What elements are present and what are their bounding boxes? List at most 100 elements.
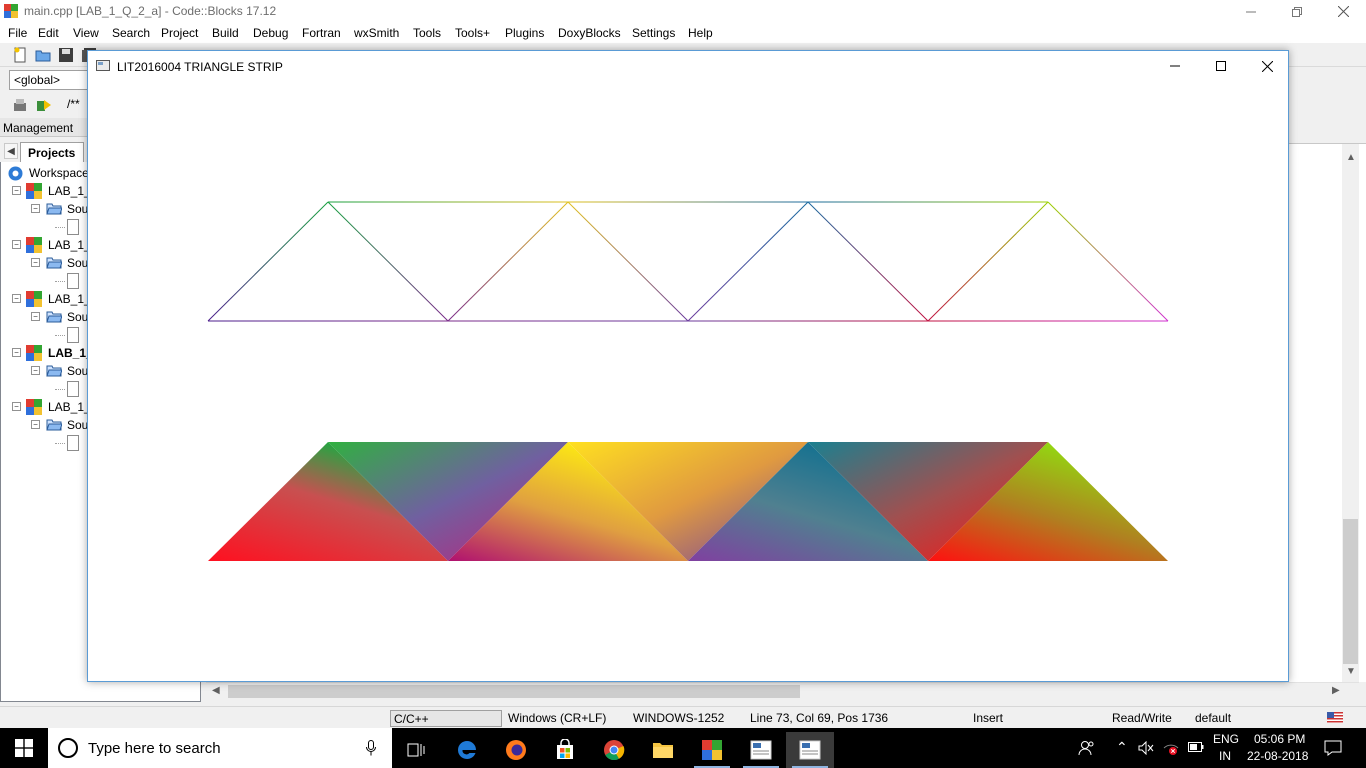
language-indicator-line2[interactable]: IN [1219,749,1231,763]
wire-edge [327,201,449,322]
start-button[interactable] [0,728,48,768]
tab-projects[interactable]: Projects [20,142,84,162]
menu-project[interactable]: Project [161,26,198,40]
file-icon [67,273,79,289]
taskbar-search-box[interactable]: Type here to search [48,728,392,768]
doxywizard-icon[interactable] [12,97,28,113]
taskbar-opengl-window[interactable] [786,732,834,768]
window-app-icon [799,740,821,760]
tree-connector [55,443,65,444]
status-access: Read/Write [1112,711,1172,725]
menu-build[interactable]: Build [212,26,239,40]
minimize-icon [1246,11,1256,12]
status-encoding: WINDOWS-1252 [633,711,725,725]
taskbar-file-explorer[interactable] [639,732,687,768]
project-icon [26,237,42,253]
action-center-icon[interactable] [1324,740,1342,756]
menu-doxyblocks[interactable]: DoxyBlocks [558,26,621,40]
new-file-icon[interactable] [12,47,28,63]
edge-browser-icon [458,741,476,759]
menu-search[interactable]: Search [112,26,150,40]
gl-maximize-button[interactable] [1198,51,1244,81]
ide-close-button[interactable] [1320,0,1366,23]
menu-help[interactable]: Help [688,26,713,40]
tab-scroll-left-button[interactable]: ◀ [4,143,18,159]
volume-muted-icon[interactable] [1138,741,1154,755]
editor-vertical-scrollbar[interactable]: ▲ ▼ [1342,144,1359,682]
taskbar-edge[interactable] [443,732,491,768]
network-error-icon[interactable] [1162,740,1180,756]
battery-icon[interactable] [1188,742,1204,752]
scope-combo[interactable]: <global> [9,70,89,90]
menu-wxsmith[interactable]: wxSmith [354,26,399,40]
close-icon [1337,6,1349,17]
collapse-toggle-icon[interactable]: − [12,348,21,357]
task-view-button[interactable] [392,732,440,768]
vertical-scroll-thumb[interactable] [1343,519,1358,664]
tree-connector [55,335,65,336]
clock-time[interactable]: 05:06 PM [1254,732,1305,746]
menu-fortran[interactable]: Fortran [302,26,341,40]
close-icon [1261,60,1273,72]
collapse-toggle-icon[interactable]: − [12,402,21,411]
menu-tools-plus[interactable]: Tools+ [455,26,490,40]
comment-block-button[interactable]: /** [67,97,80,111]
filled-triangle-strip [208,442,1168,561]
scroll-up-icon[interactable]: ▲ [1346,152,1356,163]
menu-tools[interactable]: Tools [413,26,441,40]
collapse-toggle-icon[interactable]: − [31,258,40,267]
people-icon[interactable] [1078,740,1096,756]
run-doxygen-icon[interactable] [36,97,52,113]
save-icon[interactable] [58,47,74,63]
scroll-left-icon[interactable]: ◀ [212,685,220,696]
scroll-right-icon[interactable]: ▶ [1332,685,1340,696]
taskbar-codeblocks[interactable] [688,732,736,768]
editor-horizontal-scrollbar[interactable]: ◀ ▶ [206,682,1359,699]
taskbar-firefox[interactable] [492,732,540,768]
gl-close-button[interactable] [1244,51,1290,81]
collapse-toggle-icon[interactable]: − [31,204,40,213]
gl-minimize-button[interactable] [1152,51,1198,81]
microphone-icon[interactable] [366,740,376,756]
open-folder-icon[interactable] [35,47,51,63]
menu-settings[interactable]: Settings [632,26,675,40]
collapse-toggle-icon[interactable]: − [31,420,40,429]
scroll-down-icon[interactable]: ▼ [1346,666,1356,677]
ide-minimize-button[interactable] [1228,0,1274,23]
collapse-toggle-icon[interactable]: − [12,294,21,303]
workspace-icon [8,166,23,181]
menu-debug[interactable]: Debug [253,26,288,40]
folder-open-icon [46,419,62,431]
collapse-toggle-icon[interactable]: − [31,366,40,375]
taskbar-store[interactable] [541,732,589,768]
folder-label: Sou [67,310,89,324]
ide-titlebar: main.cpp [LAB_1_Q_2_a] - Code::Blocks 17… [0,0,1366,23]
language-indicator-line1[interactable]: ENG [1213,732,1239,746]
clock-date[interactable]: 22-08-2018 [1247,749,1308,763]
collapse-toggle-icon[interactable]: − [12,240,21,249]
menu-file[interactable]: File [8,26,27,40]
opengl-titlebar[interactable]: LIT2016004 TRIANGLE STRIP [88,51,1288,81]
file-icon [67,327,79,343]
taskbar-chrome[interactable] [590,732,638,768]
collapse-toggle-icon[interactable]: − [31,312,40,321]
menu-edit[interactable]: Edit [38,26,59,40]
wire-edge [807,201,929,322]
project-icon [26,345,42,361]
menu-view[interactable]: View [73,26,99,40]
file-icon [67,219,79,235]
folder-open-icon [46,203,62,215]
folder-label: Sou [67,202,89,216]
ide-restore-button[interactable] [1274,0,1320,23]
taskbar-console-window[interactable] [737,732,785,768]
tree-connector [55,389,65,390]
chevron-up-icon[interactable]: ⌃ [1116,739,1128,756]
horizontal-scroll-thumb[interactable] [228,685,800,698]
status-mode: Insert [973,711,1004,725]
menu-plugins[interactable]: Plugins [505,26,544,40]
collapse-toggle-icon[interactable]: − [12,186,21,195]
project-icon [26,183,42,199]
wireframe-triangle-strip [207,201,1169,322]
wire-edge [1047,201,1169,322]
task-view-icon [407,743,425,757]
